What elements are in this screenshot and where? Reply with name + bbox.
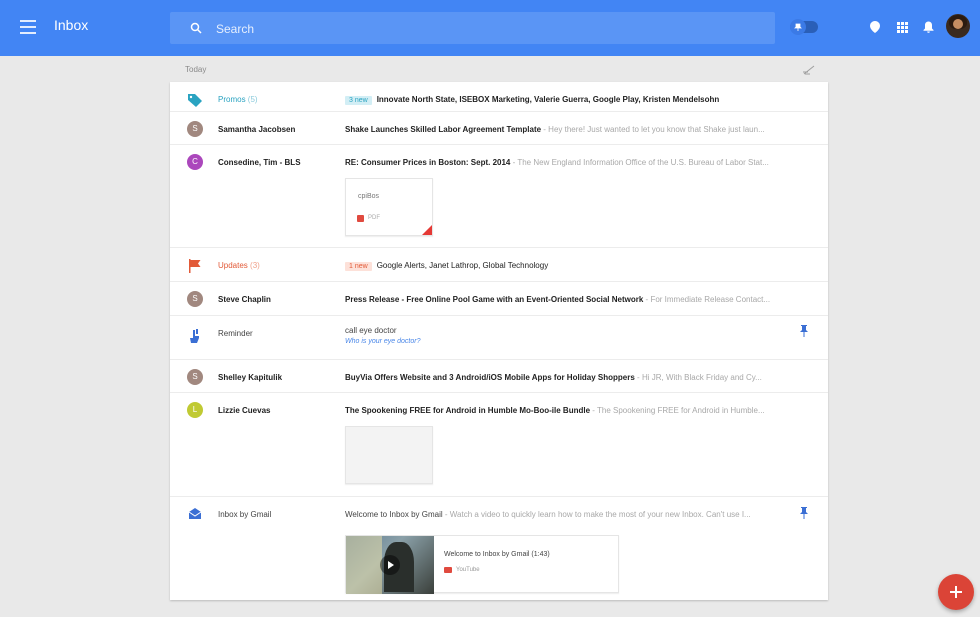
location-icon[interactable]: [866, 18, 884, 36]
section-header: Today: [170, 56, 828, 82]
bundle-title: Promos (5): [218, 95, 258, 104]
attachment-type: PDF: [368, 215, 380, 221]
message-preview: BuyVia Offers Website and 3 Android/iOS …: [345, 373, 810, 382]
message-row[interactable]: L Lizzie Cuevas The Spookening FREE for …: [170, 393, 828, 497]
message-subject: Welcome to Inbox by Gmail: [345, 510, 443, 519]
pin-toggle[interactable]: [790, 19, 818, 35]
message-preview: The Spookening FREE for Android in Humbl…: [345, 406, 810, 415]
video-thumbnail: [346, 536, 434, 594]
message-row[interactable]: C Consedine, Tim - BLS RE: Consumer Pric…: [170, 145, 828, 248]
video-source: YouTube: [456, 567, 480, 573]
attachment-name: cpiBos: [358, 193, 380, 200]
reminder-link[interactable]: Who is your eye doctor?: [345, 338, 420, 345]
message-subject: Press Release - Free Online Pool Game wi…: [345, 295, 644, 304]
bundle-summary: 1 new Google Alerts, Janet Lathrop, Globa…: [345, 261, 810, 271]
video-title: Welcome to Inbox by Gmail (1:43): [444, 551, 550, 558]
message-preview: Press Release - Free Online Pool Game wi…: [345, 295, 810, 304]
sender-avatar: S: [187, 121, 203, 137]
bundle-row-promos[interactable]: Promos (5) 3 new Innovate North State, IS…: [170, 82, 828, 112]
sender-name: Reminder: [218, 329, 253, 338]
pin-toggle-icon: [790, 19, 806, 35]
sender-name: Inbox by Gmail: [218, 510, 272, 519]
message-row[interactable]: S Steve Chaplin Press Release - Free Onl…: [170, 282, 828, 316]
search-input[interactable]: [216, 20, 716, 38]
youtube-icon: [444, 567, 452, 573]
message-preview: Shake Launches Skilled Labor Agreement T…: [345, 125, 810, 134]
message-preview: RE: Consumer Prices in Boston: Sept. 201…: [345, 158, 810, 167]
sender-avatar: L: [187, 402, 203, 418]
new-badge: 1 new: [345, 262, 372, 271]
bundle-senders: Google Alerts, Janet Lathrop, Global Tec…: [376, 261, 549, 270]
sender-name: Shelley Kapitulik: [218, 373, 283, 382]
bundle-name: Promos: [218, 95, 246, 104]
compose-button[interactable]: [938, 574, 974, 610]
section-label: Today: [185, 65, 207, 74]
sender-avatar: S: [187, 369, 203, 385]
tag-icon: [188, 94, 202, 107]
message-snippet: - The New England Information Office of …: [510, 158, 769, 167]
message-subject: The Spookening FREE for Android in Humbl…: [345, 406, 591, 415]
bundle-summary: 3 new Innovate North State, ISEBOX Market…: [345, 95, 810, 105]
new-badge: 3 new: [345, 96, 372, 105]
message-row[interactable]: S Samantha Jacobsen Shake Launches Skill…: [170, 112, 828, 145]
reminder-title: call eye doctor: [345, 326, 397, 335]
image-attachment[interactable]: [345, 426, 433, 484]
pin-icon[interactable]: [800, 507, 808, 519]
sender-avatar: S: [187, 291, 203, 307]
sender-name: Samantha Jacobsen: [218, 125, 296, 134]
bell-icon[interactable]: [919, 18, 937, 36]
message-subject: RE: Consumer Prices in Boston: Sept. 201…: [345, 158, 511, 167]
flag-icon: [189, 259, 201, 273]
reminder-row[interactable]: Reminder call eye doctor Who is your eye…: [170, 316, 828, 360]
search-icon: [190, 22, 202, 34]
message-snippet: - Watch a video to quickly learn how to …: [442, 510, 751, 519]
sender-avatar: C: [187, 154, 203, 170]
pin-icon[interactable]: [800, 325, 808, 337]
sender-name: Steve Chaplin: [218, 295, 271, 304]
apps-icon[interactable]: [893, 18, 911, 36]
app-title: Inbox: [54, 17, 89, 33]
message-row[interactable]: Inbox by Gmail Welcome to Inbox by Gmail…: [170, 497, 828, 600]
message-snippet: - Hi JR, With Black Friday and Cy...: [634, 373, 762, 382]
bundle-name: Updates: [218, 261, 248, 270]
sweep-icon[interactable]: [802, 65, 816, 75]
message-preview: Welcome to Inbox by Gmail - Watch a vide…: [345, 510, 785, 519]
bundle-count: (5): [247, 95, 258, 104]
sender-name: Consedine, Tim - BLS: [218, 158, 301, 167]
search-box[interactable]: [170, 12, 775, 44]
bundle-title: Updates (3): [218, 261, 260, 270]
message-list: Promos (5) 3 new Innovate North State, IS…: [170, 82, 828, 600]
attachment-card[interactable]: cpiBos PDF: [345, 178, 433, 236]
bundle-row-updates[interactable]: Updates (3) 1 new Google Alerts, Janet La…: [170, 248, 828, 282]
reminder-hand-icon: [190, 329, 199, 343]
fold-corner-icon: [422, 225, 432, 235]
message-snippet: - Hey there! Just wanted to let you know…: [541, 125, 765, 134]
video-card[interactable]: Welcome to Inbox by Gmail (1:43) YouTube: [345, 535, 619, 594]
message-snippet: - For Immediate Release Contact...: [643, 295, 771, 304]
message-row[interactable]: S Shelley Kapitulik BuyVia Offers Websit…: [170, 360, 828, 393]
account-avatar[interactable]: [946, 14, 970, 38]
pdf-icon: [357, 215, 364, 222]
message-subject: Shake Launches Skilled Labor Agreement T…: [345, 125, 542, 134]
message-subject: BuyVia Offers Website and 3 Android/iOS …: [345, 373, 635, 382]
sender-name: Lizzie Cuevas: [218, 406, 271, 415]
message-snippet: - The Spookening FREE for Android in Hum…: [590, 406, 765, 415]
top-app-bar: Inbox: [0, 0, 980, 56]
play-icon[interactable]: [380, 555, 400, 575]
menu-icon[interactable]: [20, 20, 36, 34]
bundle-count: (3): [250, 261, 260, 270]
inbox-envelope-icon: [188, 508, 202, 519]
bundle-senders: Innovate North State, ISEBOX Marketing, …: [376, 95, 720, 104]
